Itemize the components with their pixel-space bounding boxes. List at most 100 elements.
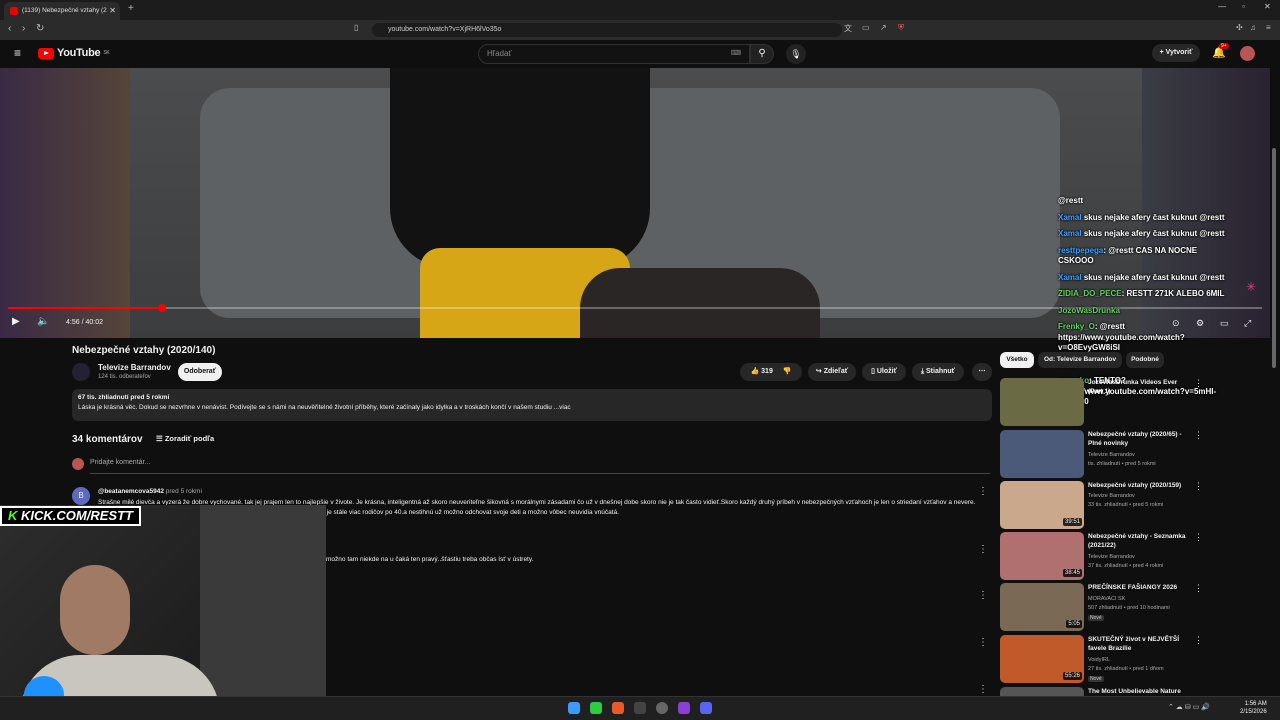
- address-bar[interactable]: youtube.com/watch?v=XjRH6lVo35o: [372, 23, 842, 37]
- kick-url: KICK.COM/RESTT: [21, 508, 133, 523]
- maximize-button[interactable]: ▫: [1242, 2, 1245, 11]
- save-button[interactable]: ▯ Uložiť: [862, 363, 906, 381]
- video-thumbnail[interactable]: 55:26: [1000, 635, 1084, 683]
- chat-message: Xamal skus nejake afery čast kuknut @res…: [1058, 212, 1225, 222]
- comment-menu-icon[interactable]: ⋮: [978, 590, 988, 601]
- page-scrollbar[interactable]: [1272, 148, 1276, 368]
- obs-icon[interactable]: [656, 702, 668, 714]
- comment-menu-icon[interactable]: ⋮: [978, 684, 988, 695]
- screenshot-icon[interactable]: ▭: [862, 23, 870, 32]
- back-icon[interactable]: ‹: [8, 23, 11, 34]
- video-thumbnail[interactable]: 39:51: [1000, 481, 1084, 529]
- video-thumbnail[interactable]: 38:45: [1000, 532, 1084, 580]
- commenter-avatar[interactable]: B: [72, 487, 90, 505]
- voice-search-button[interactable]: 🎙: [786, 44, 806, 64]
- more-actions-button[interactable]: ⋯: [972, 363, 992, 381]
- chip-all[interactable]: Všetko: [1000, 352, 1034, 368]
- comment-menu-icon[interactable]: ⋮: [978, 486, 988, 497]
- recommended-title[interactable]: Nebezpečné vztahy (2020/65) - Plné novin…: [1088, 430, 1192, 448]
- comment-author[interactable]: @beatanemcova5942: [98, 488, 164, 495]
- channel-name[interactable]: Televize Barrandov: [98, 363, 171, 372]
- recommended-video[interactable]: JozoWasDrunka Videos Ever (Part 1) ⋮: [1000, 378, 1203, 426]
- hamburger-menu-icon[interactable]: ≡: [14, 46, 21, 60]
- search-input[interactable]: Hľadať ⌨: [478, 44, 750, 64]
- channel-avatar[interactable]: [72, 363, 90, 381]
- recommended-title[interactable]: SKUTEČNÝ život v NEJVĚTŠÍ favele Brazíli…: [1088, 635, 1192, 653]
- minimize-button[interactable]: —: [1218, 2, 1226, 11]
- chip-from-channel[interactable]: Od: Televize Barrandov: [1038, 352, 1122, 368]
- keyboard-icon[interactable]: ⌨: [731, 45, 741, 63]
- play-button-icon[interactable]: ▶: [12, 316, 20, 327]
- reload-icon[interactable]: ↻: [36, 23, 44, 34]
- video-menu-icon[interactable]: ⋮: [1194, 481, 1203, 492]
- add-comment-input[interactable]: Pridajte komentár...: [90, 459, 150, 466]
- recommended-channel[interactable]: Televize Barrandov: [1088, 493, 1135, 499]
- like-dislike-group: 👍 319 👎: [740, 363, 802, 381]
- taskbar-clock[interactable]: 1:56 AM 2/15/2026: [1240, 700, 1267, 716]
- bookmark-icon[interactable]: ▯: [354, 23, 358, 32]
- chip-related[interactable]: Podobné: [1126, 352, 1164, 368]
- terminal-icon[interactable]: [634, 702, 646, 714]
- dislike-button[interactable]: 👎: [783, 368, 792, 375]
- recommended-channel[interactable]: Televize Barrandov: [1088, 452, 1135, 458]
- account-avatar[interactable]: [1240, 46, 1255, 61]
- like-button[interactable]: 👍 319: [750, 368, 772, 375]
- create-button[interactable]: + Vytvoriť: [1152, 44, 1200, 62]
- video-menu-icon[interactable]: ⋮: [1194, 430, 1203, 441]
- recommended-video[interactable]: 55:26 SKUTEČNÝ život v NEJVĚTŠÍ favele B…: [1000, 635, 1203, 683]
- share-button[interactable]: ↪ Zdieľať: [808, 363, 856, 381]
- description-box[interactable]: 67 tis. zhliadnutí pred 5 rokmi Láska je…: [72, 389, 992, 421]
- system-tray-icons[interactable]: ⌃ ☁ ⛁ ▭ 🔊: [1168, 703, 1210, 711]
- close-window-button[interactable]: ✕: [1264, 2, 1271, 11]
- recommended-video[interactable]: 5:05 PREČÍNSKE FAŠIANGY 2026 MORAVACI SK…: [1000, 583, 1203, 631]
- recommended-title[interactable]: PREČÍNSKE FAŠIANGY 2026: [1088, 583, 1192, 592]
- youtube-logo[interactable]: YouTube SK: [38, 47, 110, 59]
- volume-icon[interactable]: 🔈: [37, 316, 49, 327]
- recommended-video[interactable]: Nebezpečné vztahy (2020/65) - Plné novin…: [1000, 430, 1203, 478]
- recommended-title[interactable]: Nebezpečné vztahy (2020/159): [1088, 481, 1192, 490]
- video-side-panel: [0, 68, 130, 338]
- discord-icon[interactable]: [700, 702, 712, 714]
- recommended-channel[interactable]: Televize Barrandov: [1088, 554, 1135, 560]
- comment-menu-icon[interactable]: ⋮: [978, 637, 988, 648]
- start-menu-icon[interactable]: [568, 702, 580, 714]
- browser-tab[interactable]: (1139) Nebezpečné vztahy (2 ✕: [4, 2, 120, 20]
- new-tab-button[interactable]: +: [128, 3, 134, 14]
- kick-app-icon[interactable]: [590, 702, 602, 714]
- recommended-title[interactable]: JozoWasDrunka Videos Ever (Part 1): [1088, 378, 1192, 396]
- recommended-title[interactable]: Nebezpečné vztahy - Seznamka (2021/22): [1088, 532, 1192, 550]
- video-thumbnail[interactable]: [1000, 430, 1084, 478]
- subscribe-button[interactable]: Odoberať: [178, 363, 222, 381]
- close-tab-icon[interactable]: ✕: [109, 2, 116, 20]
- download-button[interactable]: ⤓ Stiahnuť: [912, 363, 964, 381]
- fullscreen-icon[interactable]: ⤢: [1244, 318, 1251, 329]
- recommended-channel[interactable]: VoidyIRL: [1088, 657, 1110, 663]
- twitch-icon[interactable]: [678, 702, 690, 714]
- comment-menu-icon[interactable]: ⋮: [978, 544, 988, 555]
- browser-tab-bar: [0, 0, 1280, 20]
- video-thumbnail[interactable]: 5:05: [1000, 583, 1084, 631]
- share-icon[interactable]: ↗: [880, 23, 887, 32]
- menu-icon[interactable]: ≡: [1266, 23, 1271, 32]
- recommended-title[interactable]: The Most Unbelievable Nature: [1088, 687, 1192, 696]
- sort-comments-button[interactable]: ☰ Zoradiť podľa: [156, 434, 214, 443]
- video-menu-icon[interactable]: ⋮: [1194, 635, 1203, 646]
- video-thumbnail[interactable]: [1000, 378, 1084, 426]
- recommended-video[interactable]: The Most Unbelievable Nature: [1000, 687, 1200, 696]
- chat-message: Frenky_O: @restt https://www.youtube.com…: [1058, 322, 1185, 352]
- recommended-video[interactable]: 38:45 Nebezpečné vztahy - Seznamka (2021…: [1000, 532, 1203, 580]
- video-thumbnail[interactable]: [1000, 687, 1084, 696]
- search-button[interactable]: ⚲: [750, 44, 774, 64]
- brave-shield-icon[interactable]: ⛨: [898, 23, 904, 33]
- video-menu-icon[interactable]: ⋮: [1194, 583, 1203, 594]
- brave-browser-icon[interactable]: [612, 702, 624, 714]
- recommended-channel[interactable]: MORAVACI SK: [1088, 596, 1125, 602]
- translate-icon[interactable]: 文: [844, 23, 852, 34]
- video-menu-icon[interactable]: ⋮: [1194, 532, 1203, 543]
- extensions-icon[interactable]: ✣: [1236, 23, 1243, 32]
- video-menu-icon[interactable]: ⋮: [1194, 378, 1203, 389]
- recommended-video[interactable]: 39:51 Nebezpečné vztahy (2020/159) Telev…: [1000, 481, 1203, 529]
- media-icon[interactable]: ♫: [1250, 23, 1256, 32]
- forward-icon[interactable]: ›: [22, 23, 25, 34]
- progress-scrubber[interactable]: [158, 304, 166, 312]
